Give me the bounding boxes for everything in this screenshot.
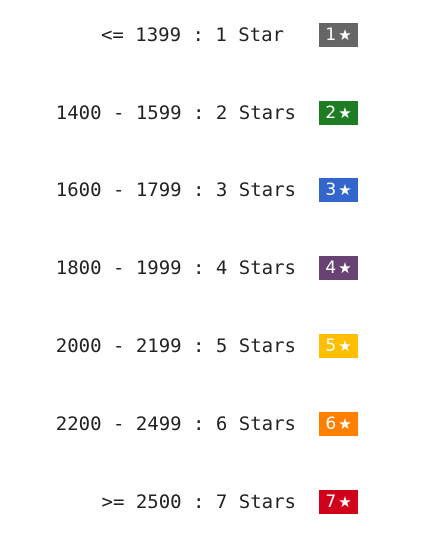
rating-range-label: <= 1399 : 1 Star	[100, 24, 284, 46]
badge-number: 2	[325, 103, 337, 123]
badge-number: 3	[325, 180, 337, 200]
rating-range-label: 1400 - 1599 : 2 Stars	[55, 102, 296, 124]
badge-number: 7	[325, 492, 337, 512]
star-badge: 6 ★	[319, 412, 358, 436]
star-badge: 2 ★	[319, 101, 358, 125]
star-icon: ★	[338, 259, 352, 277]
star-icon: ★	[338, 104, 352, 122]
badge-number: 4	[325, 258, 337, 278]
rating-row-6-stars: 2200 - 2499 : 6 Stars 6 ★	[0, 411, 422, 437]
badge-number: 5	[325, 336, 337, 356]
star-icon: ★	[338, 493, 352, 511]
rating-range-label: 1800 - 1999 : 4 Stars	[55, 257, 296, 279]
rating-range-label: 2000 - 2199 : 5 Stars	[55, 335, 296, 357]
badge-number: 1	[325, 25, 337, 45]
rating-row-4-stars: 1800 - 1999 : 4 Stars 4 ★	[0, 255, 422, 281]
rating-row-2-stars: 1400 - 1599 : 2 Stars 2 ★	[0, 100, 422, 126]
star-badge: 3 ★	[319, 178, 358, 202]
star-badge: 5 ★	[319, 334, 358, 358]
rating-row-3-stars: 1600 - 1799 : 3 Stars 3 ★	[0, 177, 422, 203]
rating-range-label: 2200 - 2499 : 6 Stars	[55, 413, 296, 435]
star-icon: ★	[338, 337, 352, 355]
star-icon: ★	[338, 26, 352, 44]
star-icon: ★	[338, 415, 352, 433]
rating-row-1-star: <= 1399 : 1 Star 1 ★	[0, 22, 422, 48]
star-badge: 7 ★	[319, 490, 358, 514]
badge-number: 6	[325, 414, 337, 434]
rating-row-5-stars: 2000 - 2199 : 5 Stars 5 ★	[0, 333, 422, 359]
rating-legend: <= 1399 : 1 Star 1 ★ 1400 - 1599 : 2 Star…	[0, 0, 422, 547]
rating-range-label: 1600 - 1799 : 3 Stars	[55, 179, 296, 201]
star-icon: ★	[338, 181, 352, 199]
rating-row-7-stars: >= 2500 : 7 Stars 7 ★	[0, 489, 422, 515]
star-badge: 1 ★	[319, 23, 358, 47]
star-badge: 4 ★	[319, 256, 358, 280]
rating-range-label: >= 2500 : 7 Stars	[101, 491, 296, 513]
